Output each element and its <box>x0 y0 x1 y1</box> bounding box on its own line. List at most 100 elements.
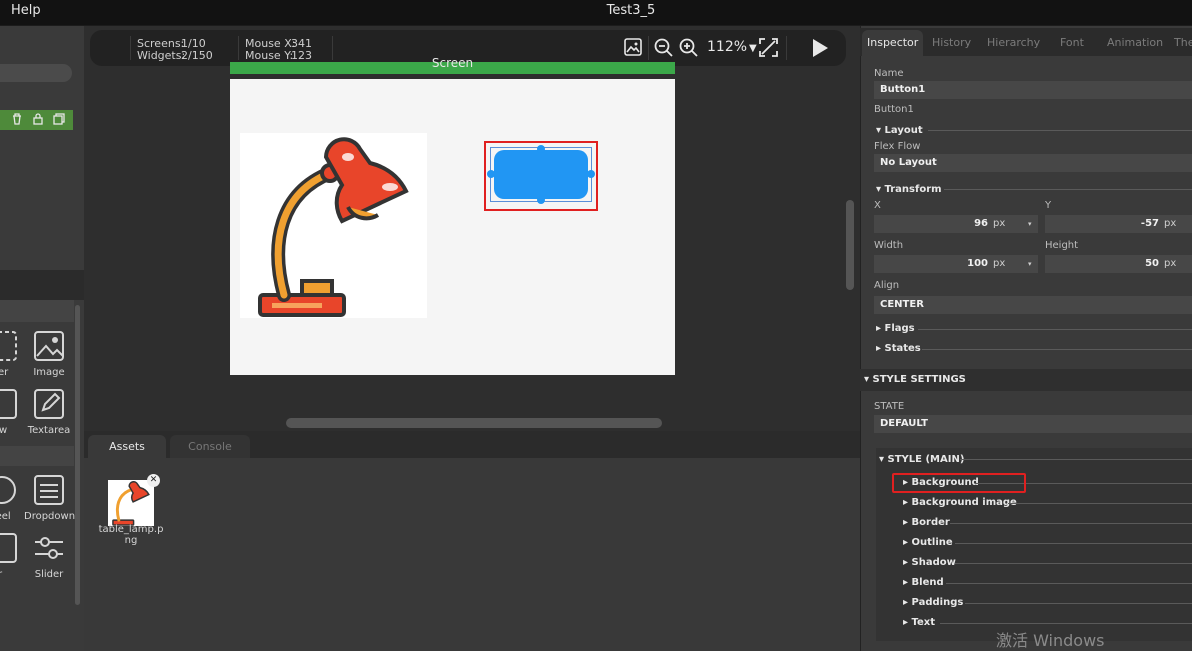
asset-thumbnail[interactable] <box>108 480 154 526</box>
transform-section-header[interactable]: ▾ Transform <box>876 184 942 195</box>
fit-screen-icon[interactable] <box>759 38 778 57</box>
widget-label-textarea: Textarea <box>27 425 71 436</box>
style-prop-label: Background image <box>911 497 1017 508</box>
widget-label-roller: heel <box>0 511 11 522</box>
view-icon[interactable] <box>0 388 18 420</box>
container-icon[interactable] <box>0 330 18 362</box>
unit-dropdown-icon[interactable]: ▾ <box>1028 255 1032 273</box>
textarea-icon[interactable] <box>33 388 65 420</box>
chevron-right-icon: ▸ <box>903 517 912 528</box>
y-label: Y <box>1045 200 1052 211</box>
delete-icon[interactable] <box>10 112 24 126</box>
screen-header[interactable]: Screen <box>230 56 675 74</box>
width-value: 100 <box>967 258 988 269</box>
flags-section-title: Flags <box>884 323 915 334</box>
states-section-header[interactable]: ▸ States <box>876 343 921 354</box>
name-field[interactable]: Button1 <box>874 81 1192 99</box>
states-section-title: States <box>884 343 921 354</box>
background-image-icon[interactable] <box>624 38 642 56</box>
slider-partial-icon[interactable] <box>0 532 18 564</box>
close-icon[interactable]: ✕ <box>147 474 160 487</box>
resize-handle-top[interactable] <box>537 145 545 153</box>
lock-icon[interactable] <box>31 112 45 126</box>
style-prop-background-image[interactable]: ▸ Background image <box>903 497 1017 508</box>
zoom-level[interactable]: 112% ▼ <box>707 39 757 55</box>
tab-inspector[interactable]: Inspector <box>862 30 924 56</box>
canvas-vertical-scrollbar[interactable] <box>846 200 854 290</box>
zoom-in-icon[interactable] <box>679 38 698 57</box>
section-divider <box>955 563 1192 564</box>
zoom-out-icon[interactable] <box>654 38 673 57</box>
image-widget[interactable] <box>240 133 427 318</box>
tab-assets[interactable]: Assets <box>88 435 166 458</box>
style-prop-text[interactable]: ▸ Text <box>903 617 935 628</box>
flags-section-header[interactable]: ▸ Flags <box>876 323 915 334</box>
name-label: Name <box>874 68 904 79</box>
resize-handle-right[interactable] <box>587 170 595 178</box>
widget-label-container: ner <box>0 367 9 378</box>
x-label: X <box>874 200 881 211</box>
resize-handle-bottom[interactable] <box>537 196 545 204</box>
chevron-right-icon: ▸ <box>903 617 912 628</box>
chevron-down-icon: ▾ <box>876 125 885 136</box>
dropdown-icon[interactable] <box>33 474 65 506</box>
resize-handle-left[interactable] <box>487 170 495 178</box>
height-value: 50 <box>1145 258 1159 269</box>
canvas-horizontal-scrollbar[interactable] <box>286 418 662 428</box>
align-label: Align <box>874 280 900 291</box>
tab-hierarchy[interactable]: Hierarchy <box>982 30 1045 56</box>
screen-name: Screen <box>431 56 474 70</box>
section-divider <box>946 583 1192 584</box>
x-unit: px <box>993 218 1006 229</box>
style-prop-outline[interactable]: ▸ Outline <box>903 537 953 548</box>
style-prop-label: Outline <box>911 537 953 548</box>
windows-activation-watermark: 激活 Windows <box>996 631 1105 650</box>
state-select[interactable]: DEFAULT <box>874 415 1192 433</box>
width-input[interactable]: 100 px ▾ <box>874 255 1038 273</box>
tab-history[interactable]: History <box>927 30 976 56</box>
chevron-down-icon: ▼ <box>749 43 757 54</box>
background-highlight <box>892 473 1026 493</box>
widgets-group-header[interactable] <box>0 446 74 466</box>
slider-icon[interactable] <box>33 532 65 564</box>
button-widget[interactable] <box>494 150 588 199</box>
transform-section-title: Transform <box>884 184 942 195</box>
flex-flow-select[interactable]: No Layout <box>874 154 1192 172</box>
state-label: STATE <box>874 401 905 412</box>
height-label: Height <box>1045 240 1079 251</box>
table-lamp-image <box>258 137 409 317</box>
chevron-right-icon: ▸ <box>876 323 885 334</box>
hierarchy-search-input[interactable] <box>0 64 72 82</box>
style-prop-blend[interactable]: ▸ Blend <box>903 577 944 588</box>
widget-label-slider: Slider <box>34 569 64 580</box>
layout-section-title: Layout <box>884 125 923 136</box>
section-divider <box>918 329 1192 330</box>
tab-animation[interactable]: Animation <box>1102 30 1168 56</box>
chevron-down-icon: ▾ <box>864 374 873 385</box>
width-label: Width <box>874 240 904 251</box>
style-prop-shadow[interactable]: ▸ Shadow <box>903 557 956 568</box>
asset-name: table_lamp.png <box>98 524 164 546</box>
align-select[interactable]: CENTER <box>874 296 1192 314</box>
y-value: -57 <box>1140 218 1159 229</box>
play-icon[interactable] <box>810 38 830 58</box>
tab-console[interactable]: Console <box>170 435 250 458</box>
layout-section-header[interactable]: ▾ Layout <box>876 125 923 136</box>
tab-theme[interactable]: The <box>1169 30 1192 56</box>
unit-dropdown-icon[interactable]: ▾ <box>1028 215 1032 233</box>
hierarchy-row-selected[interactable] <box>0 110 73 130</box>
section-divider <box>955 543 1192 544</box>
style-prop-border[interactable]: ▸ Border <box>903 517 950 528</box>
widgets-scrollbar[interactable] <box>75 305 80 605</box>
style-main-header[interactable]: ▾ STYLE (MAIN) <box>879 454 964 465</box>
image-icon[interactable] <box>33 330 65 362</box>
x-input[interactable]: 96 px ▾ <box>874 215 1038 233</box>
tab-font[interactable]: Font <box>1055 30 1089 56</box>
style-settings-header[interactable]: ▾ STYLE SETTINGS <box>864 374 966 385</box>
style-prop-paddings[interactable]: ▸ Paddings <box>903 597 963 608</box>
y-input[interactable]: -57 px <box>1045 215 1192 233</box>
roller-icon[interactable] <box>0 474 18 506</box>
window-title: Test3_5 <box>606 3 656 18</box>
duplicate-icon[interactable] <box>52 112 66 126</box>
height-input[interactable]: 50 px <box>1045 255 1192 273</box>
